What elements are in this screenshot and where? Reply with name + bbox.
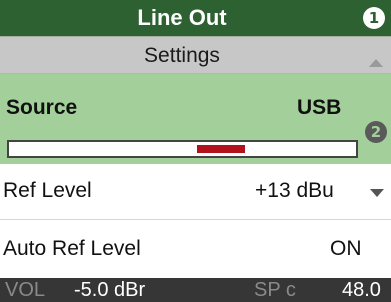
title-bar: Line Out 1 — [0, 0, 391, 36]
auto-ref-level-row[interactable]: Auto Ref Level ON — [0, 220, 391, 278]
source-row[interactable]: Source USB 2 — [0, 74, 391, 164]
callout-2-badge: 2 — [365, 121, 387, 143]
source-label: Source — [6, 96, 78, 119]
screen-title: Line Out — [137, 5, 227, 30]
level-meter-marker — [197, 145, 245, 153]
callout-1-badge: 1 — [363, 7, 385, 29]
level-meter — [7, 140, 358, 158]
settings-title: Settings — [144, 44, 220, 67]
ref-level-value[interactable]: +13 dBu — [255, 179, 334, 203]
status-bar: VOL -5.0 dBr SP c 48.0 — [0, 278, 391, 302]
source-value[interactable]: USB — [297, 96, 341, 120]
ref-level-row[interactable]: Ref Level +13 dBu — [0, 164, 391, 220]
sample-rate-label: SP c — [254, 279, 296, 301]
sample-rate-value: 48.0 — [342, 279, 381, 301]
scroll-up-icon[interactable] — [369, 59, 383, 67]
ref-level-label: Ref Level — [3, 179, 92, 202]
chevron-down-icon[interactable] — [370, 189, 384, 197]
vol-label: VOL — [5, 279, 46, 301]
auto-ref-level-value[interactable]: ON — [330, 237, 362, 261]
settings-header[interactable]: Settings — [0, 36, 391, 74]
vol-value: -5.0 dBr — [74, 279, 146, 301]
auto-ref-level-label: Auto Ref Level — [3, 237, 141, 260]
